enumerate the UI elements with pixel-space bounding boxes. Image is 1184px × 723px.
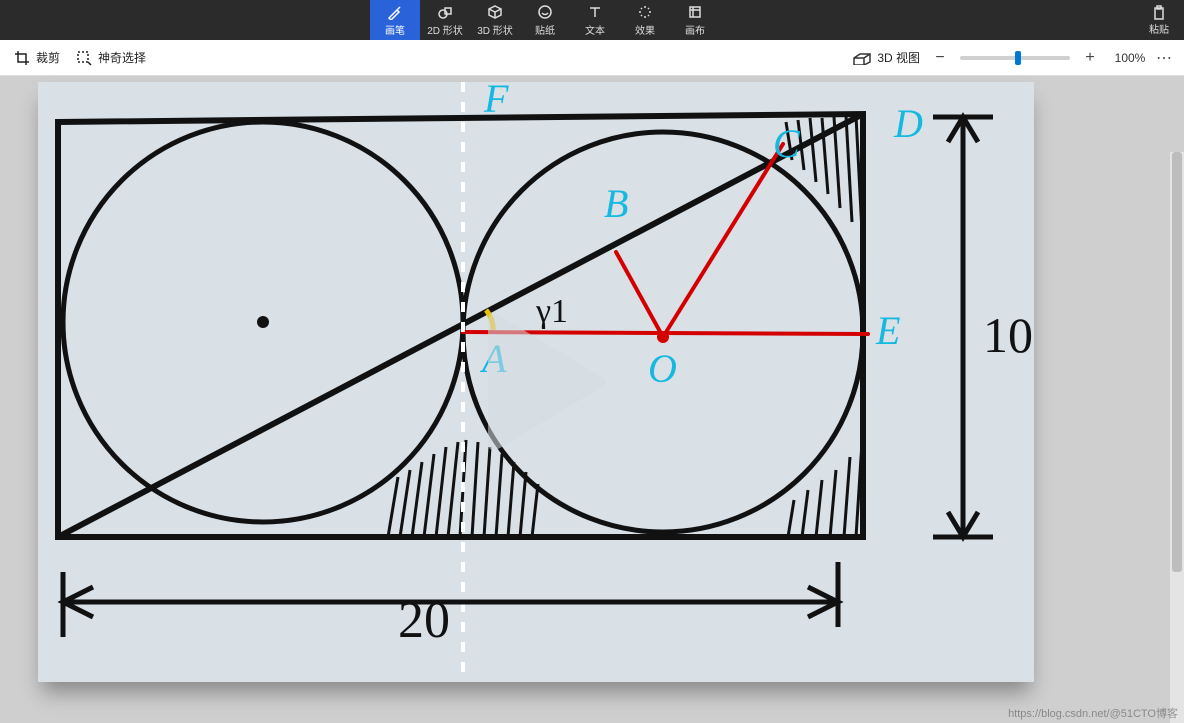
text-icon	[587, 4, 603, 20]
label-D: D	[893, 101, 923, 146]
zoom-slider-thumb[interactable]	[1015, 51, 1021, 65]
angle-label: γ1	[535, 293, 568, 330]
crop-button[interactable]: 裁剪	[6, 45, 68, 70]
tool-2d-label: 2D 形状	[427, 22, 463, 37]
top-ribbon: 画笔 2D 形状 3D 形状 贴纸 文本 效果 画布 粘贴	[0, 0, 1184, 40]
paste-icon	[1151, 5, 1167, 21]
zoom-value: 100%	[1110, 51, 1150, 65]
label-O: O	[648, 346, 677, 391]
label-C: C	[773, 121, 801, 166]
more-button[interactable]: ⋯	[1150, 48, 1178, 68]
tool-stickers[interactable]: 贴纸	[520, 0, 570, 40]
stickers-icon	[537, 4, 553, 20]
brush-icon	[387, 4, 403, 20]
tool-text-label: 文本	[585, 22, 605, 37]
view-3d-icon	[853, 51, 871, 65]
tool-2d-shapes[interactable]: 2D 形状	[420, 0, 470, 40]
label-B: B	[604, 181, 628, 226]
paste-button[interactable]: 粘贴	[1134, 0, 1184, 40]
tool-3d-shapes[interactable]: 3D 形状	[470, 0, 520, 40]
tool-effects[interactable]: 效果	[620, 0, 670, 40]
tool-canvas-label: 画布	[685, 22, 705, 37]
zoom-controls: − + 100%	[930, 48, 1150, 68]
paste-label: 粘贴	[1149, 21, 1169, 36]
view-3d-button[interactable]: 3D 视图	[843, 45, 930, 70]
vertical-scrollbar[interactable]	[1170, 152, 1184, 723]
ribbon-spacer	[720, 0, 1134, 40]
tool-text[interactable]: 文本	[570, 0, 620, 40]
shapes-2d-icon	[437, 4, 453, 20]
magic-select-icon	[76, 50, 92, 66]
crop-label: 裁剪	[36, 49, 60, 66]
label-F: F	[483, 82, 509, 121]
dim-width: 20	[398, 592, 450, 649]
diagram-svg: γ1	[38, 82, 1034, 682]
workspace: γ1	[0, 76, 1184, 723]
ribbon-left-spacer	[0, 0, 370, 40]
zoom-out-button[interactable]: −	[930, 48, 950, 68]
tool-effects-label: 效果	[635, 22, 655, 37]
zoom-slider[interactable]	[960, 56, 1070, 60]
sub-toolbar: 裁剪 神奇选择 3D 视图 − + 100% ⋯	[0, 40, 1184, 76]
crop-icon	[14, 50, 30, 66]
canvas[interactable]: γ1	[38, 82, 1034, 682]
view-3d-label: 3D 视图	[877, 49, 920, 66]
tool-stickers-label: 贴纸	[535, 22, 555, 37]
label-A: A	[479, 336, 507, 381]
tool-canvas[interactable]: 画布	[670, 0, 720, 40]
dim-height: 10	[983, 307, 1033, 363]
tool-3d-label: 3D 形状	[477, 22, 513, 37]
zoom-in-button[interactable]: +	[1080, 48, 1100, 68]
magic-select-label: 神奇选择	[98, 49, 146, 66]
canvas-icon	[687, 4, 703, 20]
scrollbar-thumb[interactable]	[1172, 152, 1182, 572]
watermark: https://blog.csdn.net/@51CTO博客	[1008, 705, 1178, 721]
magic-select-button[interactable]: 神奇选择	[68, 45, 154, 70]
effects-icon	[637, 4, 653, 20]
label-E: E	[875, 308, 900, 353]
tool-brush-label: 画笔	[385, 22, 405, 37]
ribbon-tools: 画笔 2D 形状 3D 形状 贴纸 文本 效果 画布	[370, 0, 720, 40]
shapes-3d-icon	[487, 4, 503, 20]
tool-brush[interactable]: 画笔	[370, 0, 420, 40]
